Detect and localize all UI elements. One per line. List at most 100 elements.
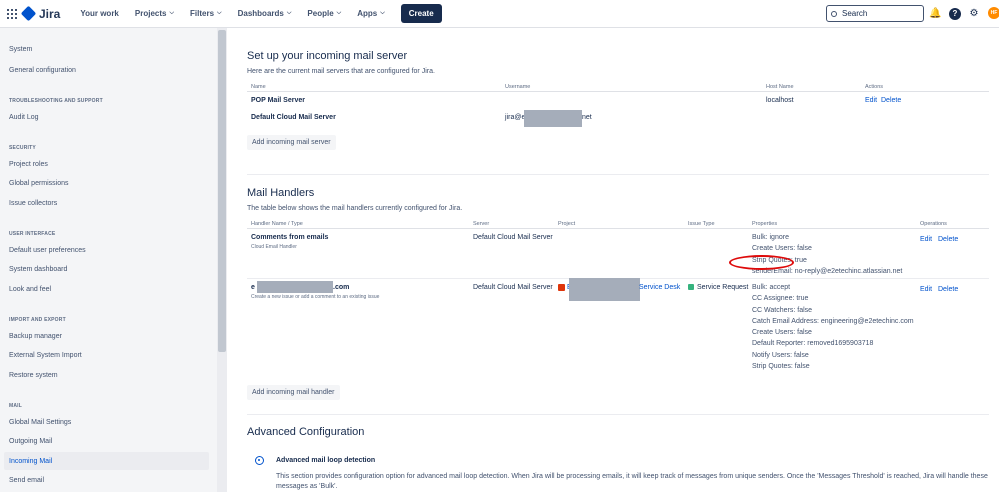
- sidebar-item-issue-collectors[interactable]: Issue collectors: [9, 200, 57, 207]
- sidebar-item-default-user-preferences[interactable]: Default user preferences: [9, 247, 86, 254]
- project-icon: [558, 284, 565, 291]
- server-name-pop: POP Mail Server: [251, 97, 305, 104]
- section-divider: [247, 174, 989, 175]
- server-name-default-cloud: Default Cloud Mail Server: [251, 114, 336, 121]
- search-icon: [831, 10, 837, 17]
- column-header-host-name: Host Name: [766, 84, 794, 90]
- handler-issue-type-2: Service Request: [697, 284, 749, 291]
- sidebar-item-system-dashboard[interactable]: System dashboard: [9, 266, 67, 273]
- delete-handler-2-link[interactable]: Delete: [938, 286, 958, 293]
- sidebar-item-general-configuration[interactable]: General configuration: [9, 67, 76, 74]
- sidebar-item-restore-system[interactable]: Restore system: [9, 372, 58, 379]
- redacted-project-block: [569, 278, 640, 301]
- chevron-down-icon: ⌵: [217, 10, 222, 16]
- sidebar-item-global-mail-settings[interactable]: Global Mail Settings: [9, 419, 71, 426]
- table-header-divider: [247, 91, 989, 92]
- service-request-icon: [688, 284, 694, 290]
- jira-logo-icon: [20, 5, 37, 22]
- create-button[interactable]: Create: [400, 4, 442, 23]
- column-header-properties: Properties: [752, 221, 778, 227]
- search-placeholder: Search: [842, 9, 868, 18]
- sidebar-item-project-roles[interactable]: Project roles: [9, 161, 48, 168]
- red-annotation-circle: [729, 255, 794, 270]
- help-icon[interactable]: ?: [949, 8, 961, 20]
- sidebar-item-audit-log[interactable]: Audit Log: [9, 114, 39, 121]
- mail-servers-title: Set up your incoming mail server: [247, 50, 408, 62]
- mail-loop-description-line1: This section provides configuration opti…: [276, 473, 988, 480]
- property-line: Catch Email Address: engineering@e2etech…: [752, 317, 914, 325]
- column-header-username: Username: [505, 84, 531, 90]
- property-line: CC Assignee: true: [752, 295, 809, 303]
- edit-pop-server-link[interactable]: Edit: [865, 97, 877, 104]
- add-incoming-mail-handler-button[interactable]: Add incoming mail handler: [247, 385, 340, 400]
- mail-loop-detection-title: Advanced mail loop detection: [276, 457, 376, 464]
- redacted-handler-name-block: [257, 281, 333, 293]
- handler-name-suffix: .com: [333, 284, 350, 291]
- property-line: Bulk: accept: [752, 284, 791, 291]
- chevron-down-icon: ⌵: [336, 10, 342, 16]
- column-header-handler-name: Handler Name / Type: [251, 221, 303, 227]
- server-username-suffix: net: [582, 114, 592, 121]
- delete-pop-server-link[interactable]: Delete: [881, 97, 901, 104]
- user-avatar[interactable]: HF: [988, 7, 999, 19]
- property-line: Strip Quotes: false: [752, 363, 810, 371]
- column-header-project: Project: [558, 221, 576, 227]
- sidebar-item-global-permissions[interactable]: Global permissions: [9, 180, 69, 187]
- sidebar-heading-import-export: IMPORT AND EXPORT: [9, 317, 66, 323]
- sidebar-item-outgoing-mail[interactable]: Outgoing Mail: [9, 438, 52, 445]
- column-header-operations: Operations: [920, 221, 947, 227]
- handler-name-prefix: e: [251, 284, 255, 291]
- column-header-actions: Actions: [865, 84, 884, 90]
- sidebar-item-send-email[interactable]: Send email: [9, 477, 44, 484]
- sidebar-heading-user-interface: USER INTERFACE: [9, 231, 56, 237]
- column-header-name: Name: [251, 84, 266, 90]
- section-divider: [247, 414, 989, 415]
- chevron-down-icon: ⌵: [169, 10, 175, 16]
- nav-projects[interactable]: Projects ⌵: [135, 9, 174, 18]
- edit-handler-1-link[interactable]: Edit: [920, 236, 932, 243]
- jira-logo[interactable]: Jira: [20, 5, 60, 22]
- sidebar-item-system[interactable]: System: [9, 46, 32, 53]
- property-line: Default Reporter: removed1695903718: [752, 340, 874, 348]
- sidebar-item-look-and-feel[interactable]: Look and feel: [9, 286, 51, 293]
- column-header-server: Server: [473, 221, 490, 227]
- nav-filters[interactable]: Filters ⌵: [190, 9, 222, 18]
- sidebar-heading-troubleshooting: TROUBLESHOOTING AND SUPPORT: [9, 98, 103, 104]
- sidebar-item-external-system-import[interactable]: External System Import: [9, 352, 82, 359]
- handler-properties-1: Bulk: ignore Create Users: false Strip Q…: [752, 232, 902, 277]
- property-line: CC Watchers: false: [752, 306, 813, 314]
- property-line: Notify Users: false: [752, 351, 809, 359]
- mail-handlers-title: Mail Handlers: [247, 187, 315, 199]
- nav-your-work[interactable]: Your work: [80, 9, 119, 18]
- nav-people[interactable]: People ⌵: [307, 9, 341, 18]
- notifications-icon[interactable]: 🔔: [929, 8, 941, 20]
- property-line: Create Users: false: [752, 329, 812, 337]
- mail-loop-description-line2: messages as 'Bulk'.: [276, 483, 338, 490]
- info-icon: [255, 456, 264, 465]
- settings-gear-icon[interactable]: ⚙: [968, 8, 980, 20]
- nav-dashboards[interactable]: Dashboards ⌵: [238, 9, 292, 18]
- mail-servers-description: Here are the current mail servers that a…: [247, 68, 435, 75]
- handler-name-comments: Comments from emails: [251, 234, 329, 241]
- search-input[interactable]: Search: [826, 5, 924, 22]
- add-incoming-mail-server-button[interactable]: Add incoming mail server: [247, 135, 336, 150]
- mail-handlers-description: The table below shows the mail handlers …: [247, 205, 463, 212]
- delete-handler-1-link[interactable]: Delete: [938, 236, 958, 243]
- redacted-username-block: [524, 110, 582, 127]
- sidebar-scrollbar-thumb[interactable]: [218, 30, 226, 352]
- property-line: Create Users: false: [752, 245, 812, 253]
- sidebar-heading-security: SECURITY: [9, 145, 36, 151]
- chevron-down-icon: ⌵: [380, 10, 385, 16]
- edit-handler-2-link[interactable]: Edit: [920, 286, 932, 293]
- handler-properties-2: Bulk: accept CC Assignee: true CC Watche…: [752, 282, 914, 372]
- handler-server-1: Default Cloud Mail Server: [473, 234, 553, 241]
- project-link-suffix[interactable]: Service Desk: [639, 284, 680, 291]
- app-switcher-icon[interactable]: [7, 8, 17, 19]
- main-content: Set up your incoming mail server Here ar…: [227, 28, 999, 492]
- sidebar-item-incoming-mail[interactable]: Incoming Mail: [9, 458, 52, 465]
- nav-apps[interactable]: Apps ⌵: [357, 9, 385, 18]
- server-host-pop: localhost: [766, 97, 794, 104]
- server-username-prefix: jira@e: [505, 114, 526, 121]
- sidebar-heading-mail: MAIL: [9, 403, 23, 409]
- sidebar-item-backup-manager[interactable]: Backup manager: [9, 333, 62, 340]
